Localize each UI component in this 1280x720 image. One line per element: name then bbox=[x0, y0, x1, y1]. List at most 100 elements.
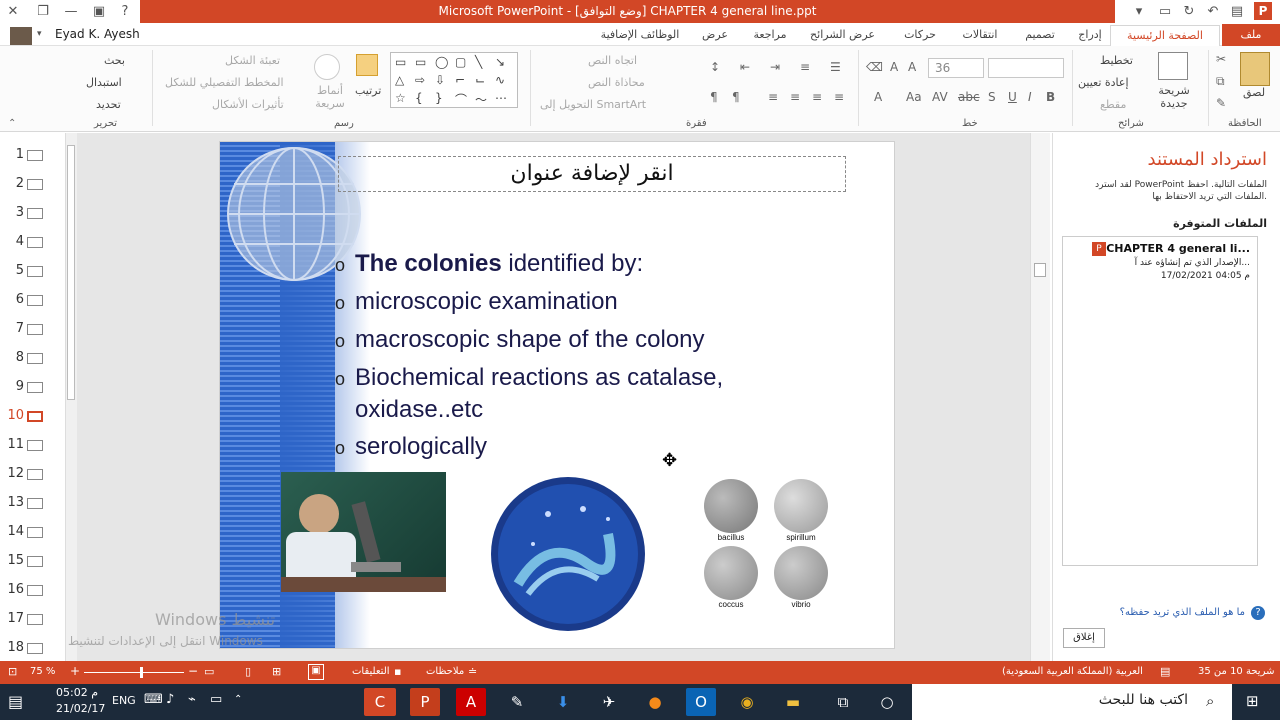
taskbar-explorer-icon[interactable]: ▬ bbox=[778, 688, 808, 716]
thumbnail-number[interactable]: 6 bbox=[4, 292, 24, 307]
replace-button[interactable]: استبدال bbox=[86, 76, 122, 89]
paste-icon[interactable] bbox=[1240, 52, 1270, 86]
elbow-shape-icon[interactable]: ⌙ bbox=[475, 73, 485, 87]
slide-thumbnail[interactable] bbox=[27, 353, 43, 364]
arc-shape-icon[interactable]: ⌒ bbox=[455, 91, 467, 108]
font-name-field[interactable] bbox=[988, 58, 1064, 78]
shadow-icon[interactable]: S bbox=[988, 90, 996, 104]
thumbnail-number[interactable]: 7 bbox=[4, 321, 24, 336]
shapes-gallery[interactable]: ▭ ▭ ◯ ▢ ╲ ↘ △ ⇨ ⇩ ⌐ ⌙ ∿ ☆ { } ⌒ ～ ⋯ bbox=[390, 52, 518, 108]
slide-scroll-thumb[interactable] bbox=[1034, 263, 1046, 277]
select-button[interactable]: تحديد bbox=[96, 98, 121, 111]
change-case-icon[interactable]: Aa bbox=[906, 90, 922, 104]
comments-icon[interactable]: ▪ bbox=[394, 665, 401, 678]
cortana-icon[interactable]: ○ bbox=[872, 688, 902, 716]
quick-styles-button[interactable]: أنماط سريعة bbox=[312, 84, 348, 110]
slide-thumbnail[interactable] bbox=[27, 498, 43, 509]
network-icon[interactable]: ⌁ bbox=[188, 692, 196, 707]
rectangle-shape-icon[interactable]: ▭ bbox=[415, 55, 426, 69]
new-slide-button[interactable]: شريحة جديدة bbox=[1154, 84, 1194, 110]
chevron-down-icon[interactable]: ▾ bbox=[37, 29, 42, 39]
notes-icon[interactable]: ≐ bbox=[468, 665, 477, 678]
taskbar-acrobat-icon[interactable]: A bbox=[456, 688, 486, 716]
brace-shape-icon[interactable]: { bbox=[415, 91, 423, 105]
underline-icon[interactable]: U bbox=[1008, 90, 1017, 104]
notifications-icon[interactable]: ▤ bbox=[8, 692, 23, 711]
thumbnail-number[interactable]: 17 bbox=[4, 611, 24, 626]
restore-icon[interactable]: ❐ bbox=[34, 3, 52, 21]
customize-qat-icon[interactable]: ▾ bbox=[1130, 3, 1148, 21]
bullet-serologically[interactable]: o serologically bbox=[335, 433, 487, 461]
taskbar-app-recorder-icon[interactable]: C bbox=[364, 688, 396, 716]
section-button[interactable]: مقطع bbox=[1100, 98, 1126, 111]
triangle-shape-icon[interactable]: △ bbox=[395, 73, 404, 87]
indent-icon[interactable]: ⇥ bbox=[770, 60, 780, 74]
thumbnail-number[interactable]: 13 bbox=[4, 495, 24, 510]
repeat-icon[interactable]: ↻ bbox=[1180, 3, 1198, 21]
bullets-icon[interactable]: ☰ bbox=[830, 60, 841, 74]
slide-thumbnail[interactable] bbox=[27, 614, 43, 625]
taskbar-paint-icon[interactable]: ✎ bbox=[502, 688, 532, 716]
slide-sorter-icon[interactable]: ⊞ bbox=[272, 665, 281, 678]
slide-thumbnail[interactable] bbox=[27, 237, 43, 248]
thumbnail-number[interactable]: 10 bbox=[4, 408, 24, 423]
start-icon[interactable]: ⊞ bbox=[1246, 692, 1259, 710]
zoom-slider[interactable] bbox=[84, 672, 184, 673]
bullet-biochemical-cont[interactable]: oxidase..etc bbox=[355, 396, 483, 424]
battery-icon[interactable]: ▭ bbox=[210, 692, 222, 707]
slide-thumbnail[interactable] bbox=[27, 208, 43, 219]
slide-thumbnail[interactable] bbox=[27, 150, 43, 161]
input-language[interactable]: ENG bbox=[112, 694, 136, 707]
shape-effects-button[interactable]: تأثيرات الأشكال bbox=[212, 98, 284, 111]
arrange-icon[interactable] bbox=[356, 54, 378, 76]
line-spacing-icon[interactable]: ↕ bbox=[710, 60, 720, 74]
thumbnail-number[interactable]: 1 bbox=[4, 147, 24, 162]
reading-view-icon[interactable]: ▯ bbox=[245, 665, 251, 678]
bracket-shape-icon[interactable]: } bbox=[435, 91, 443, 105]
thumbnail-number[interactable]: 9 bbox=[4, 379, 24, 394]
convert-smartart-button[interactable]: التحويل إلى SmartArt bbox=[540, 98, 646, 111]
center-icon[interactable]: ≡ bbox=[812, 90, 822, 104]
text-direction-button[interactable]: اتجاه النص bbox=[588, 54, 637, 67]
help-icon[interactable]: ? bbox=[1251, 606, 1265, 620]
down-arrow-shape-icon[interactable]: ⇩ bbox=[435, 73, 445, 87]
thumbnail-number[interactable]: 8 bbox=[4, 350, 24, 365]
slide-thumbnail[interactable] bbox=[27, 527, 43, 538]
tab-home[interactable]: الصفحة الرئيسية bbox=[1110, 25, 1220, 46]
justify-icon[interactable]: ≡ bbox=[768, 90, 778, 104]
right-arrow-shape-icon[interactable]: ⇨ bbox=[415, 73, 425, 87]
thumbnail-number[interactable]: 14 bbox=[4, 524, 24, 539]
arrange-button[interactable]: ترتيب bbox=[355, 84, 381, 97]
numbering-icon[interactable]: ≡ bbox=[800, 60, 810, 74]
tab-insert[interactable]: إدراج bbox=[1070, 27, 1110, 45]
ltr-icon[interactable]: ¶ bbox=[710, 90, 718, 104]
clock-time[interactable]: 05:02 م bbox=[56, 686, 98, 699]
clock-date[interactable]: 21/02/17 bbox=[56, 702, 105, 715]
shape-fill-button[interactable]: تعبئة الشكل bbox=[225, 54, 280, 67]
reset-button[interactable]: إعادة تعيين bbox=[1078, 76, 1129, 89]
slide-thumbnail[interactable] bbox=[27, 266, 43, 277]
star-shape-icon[interactable]: ☆ bbox=[395, 91, 406, 105]
thumbnail-number[interactable]: 3 bbox=[4, 205, 24, 220]
volume-icon[interactable]: ♪ bbox=[166, 692, 174, 707]
tab-design[interactable]: تصميم bbox=[1015, 27, 1065, 45]
notes-button[interactable]: ملاحظات bbox=[426, 666, 464, 677]
curve-shape-icon[interactable]: ∿ bbox=[495, 73, 505, 87]
undo-icon[interactable]: ↶ bbox=[1204, 3, 1222, 21]
tab-transitions[interactable]: انتقالات bbox=[955, 27, 1005, 45]
bold-icon[interactable]: B bbox=[1046, 90, 1055, 104]
more-shapes-icon[interactable]: ⋯ bbox=[495, 91, 507, 105]
user-name[interactable]: Eyad K. Ayesh bbox=[55, 27, 140, 41]
save-icon[interactable]: ▤ bbox=[1228, 3, 1246, 21]
quick-styles-icon[interactable] bbox=[314, 54, 340, 80]
slideshow-view-icon[interactable]: ▭ bbox=[204, 665, 214, 678]
thumbnail-number[interactable]: 5 bbox=[4, 263, 24, 278]
title-placeholder[interactable]: انقر لإضافة عنوان bbox=[338, 156, 846, 192]
copy-icon[interactable]: ⧉ bbox=[1216, 74, 1225, 89]
language-status[interactable]: العربية (المملكة العربية السعودية) bbox=[1002, 666, 1143, 677]
tab-animations[interactable]: حركات bbox=[895, 27, 945, 45]
taskbar-network-app-icon[interactable]: ✈ bbox=[594, 688, 624, 716]
slide-thumbnail[interactable] bbox=[27, 469, 43, 480]
slide-scrollbar[interactable] bbox=[1030, 133, 1050, 661]
slide-thumbnail[interactable] bbox=[27, 556, 43, 567]
